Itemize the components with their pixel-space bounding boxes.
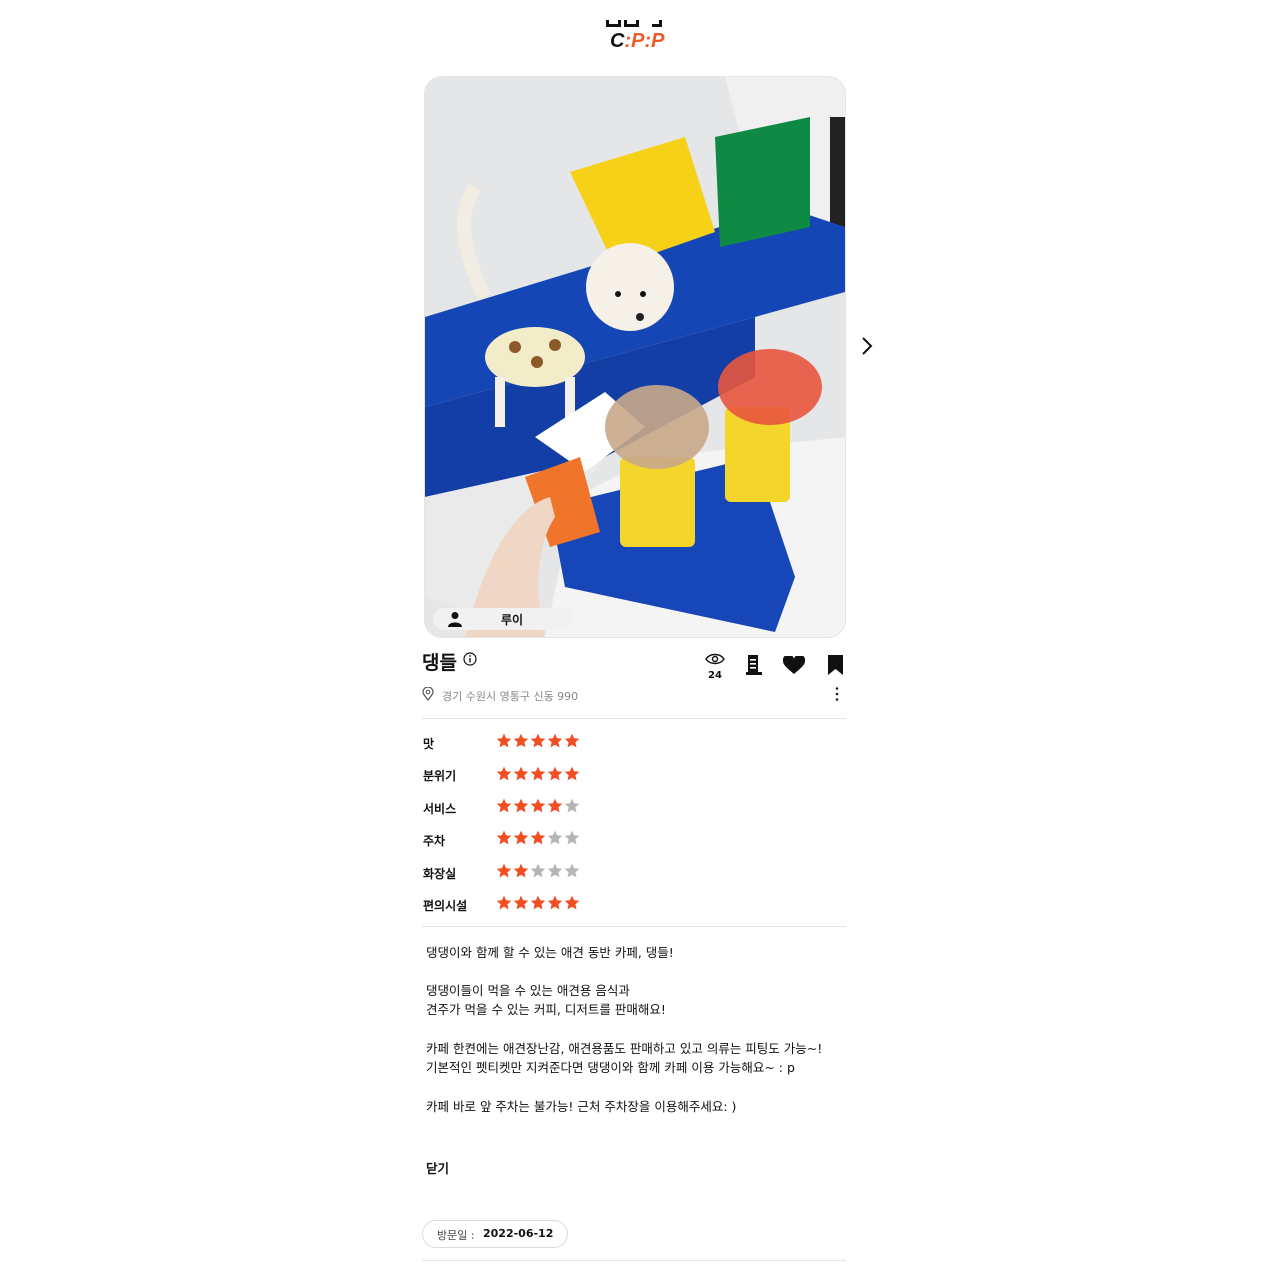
logo-part-p2: :P (644, 30, 665, 52)
rating-stars (496, 830, 580, 845)
post-photo[interactable]: 루이 (424, 76, 846, 638)
star-empty-icon (547, 830, 563, 845)
bookmark-icon[interactable] (828, 655, 843, 675)
rating-label: 주차 (423, 834, 446, 848)
star-filled-icon (513, 863, 529, 878)
chevron-right-icon[interactable] (856, 334, 878, 358)
location-pin-icon (422, 687, 434, 701)
description-line: 카페 바로 앞 주차는 불가능! 근처 주차장을 이용해주세요: ) (426, 1099, 737, 1114)
star-filled-icon (530, 798, 546, 813)
cafe-photo-illustration (425, 77, 845, 637)
star-empty-icon (564, 863, 580, 878)
divider (422, 1260, 846, 1261)
rating-label: 서비스 (423, 802, 457, 816)
description-line: 견주가 먹을 수 있는 커피, 디저트를 판매해요! (426, 1002, 666, 1017)
star-filled-icon (530, 766, 546, 781)
rating-stars (496, 733, 580, 748)
description-line: 카페 한켠에는 애견장난감, 애견용품도 판매하고 있고 의류는 피팅도 가능~… (426, 1041, 823, 1056)
rating-stars (496, 863, 580, 878)
address-text: 경기 수원시 영통구 신동 990 (442, 690, 579, 703)
heart-icon[interactable] (783, 656, 805, 675)
logo-part-p1: :P (624, 30, 645, 52)
post-title: 댕들 (422, 652, 457, 674)
author-name: 루이 (501, 613, 524, 627)
star-filled-icon (513, 895, 529, 910)
rating-label: 화장실 (423, 867, 457, 881)
star-filled-icon (530, 830, 546, 845)
description-line: 기본적인 펫티켓만 지켜준다면 댕댕이와 함께 카페 이용 가능해요~ : p (426, 1060, 795, 1075)
eye-icon[interactable] (705, 652, 725, 666)
author-chip[interactable]: 루이 (433, 608, 573, 630)
rating-stars (496, 895, 580, 910)
star-filled-icon (513, 798, 529, 813)
star-filled-icon (513, 733, 529, 748)
view-count: 24 (708, 670, 722, 681)
star-filled-icon (513, 830, 529, 845)
star-empty-icon (564, 830, 580, 845)
rating-stars (496, 766, 580, 781)
visit-date-value: 2022-06-12 (483, 1227, 554, 1240)
rating-label: 분위기 (423, 769, 457, 783)
person-icon (448, 612, 462, 627)
star-filled-icon (530, 895, 546, 910)
receipt-icon[interactable] (745, 654, 763, 676)
app-logo[interactable]: C:P:P (604, 14, 676, 53)
visit-date-chip: 방문일 : 2022-06-12 (422, 1220, 568, 1248)
star-filled-icon (496, 766, 512, 781)
logo-part-c: C (610, 30, 625, 52)
star-filled-icon (564, 733, 580, 748)
description-line: 댕댕이와 함께 할 수 있는 애견 동반 카페, 댕들! (426, 945, 674, 960)
star-empty-icon (530, 863, 546, 878)
star-filled-icon (496, 895, 512, 910)
rating-label: 편의시설 (423, 899, 468, 913)
star-filled-icon (564, 895, 580, 910)
more-vertical-icon[interactable] (830, 686, 844, 702)
star-filled-icon (547, 766, 563, 781)
star-filled-icon (496, 863, 512, 878)
description-line: 댕댕이들이 먹을 수 있는 애견용 음식과 (426, 983, 630, 998)
star-empty-icon (564, 798, 580, 813)
star-filled-icon (496, 733, 512, 748)
star-filled-icon (564, 766, 580, 781)
star-filled-icon (547, 733, 563, 748)
divider (422, 718, 846, 719)
logo-text: C:P:P (610, 30, 664, 53)
logo-marks (606, 20, 666, 28)
star-filled-icon (547, 798, 563, 813)
divider (422, 926, 846, 927)
star-filled-icon (496, 798, 512, 813)
close-button[interactable]: 닫기 (426, 1158, 449, 1177)
star-filled-icon (496, 830, 512, 845)
star-empty-icon (547, 863, 563, 878)
rating-stars (496, 798, 580, 813)
rating-label: 맛 (423, 737, 435, 751)
info-icon[interactable] (463, 652, 477, 666)
star-filled-icon (530, 733, 546, 748)
star-filled-icon (547, 895, 563, 910)
star-filled-icon (513, 766, 529, 781)
visit-date-label: 방문일 : (437, 1229, 475, 1242)
